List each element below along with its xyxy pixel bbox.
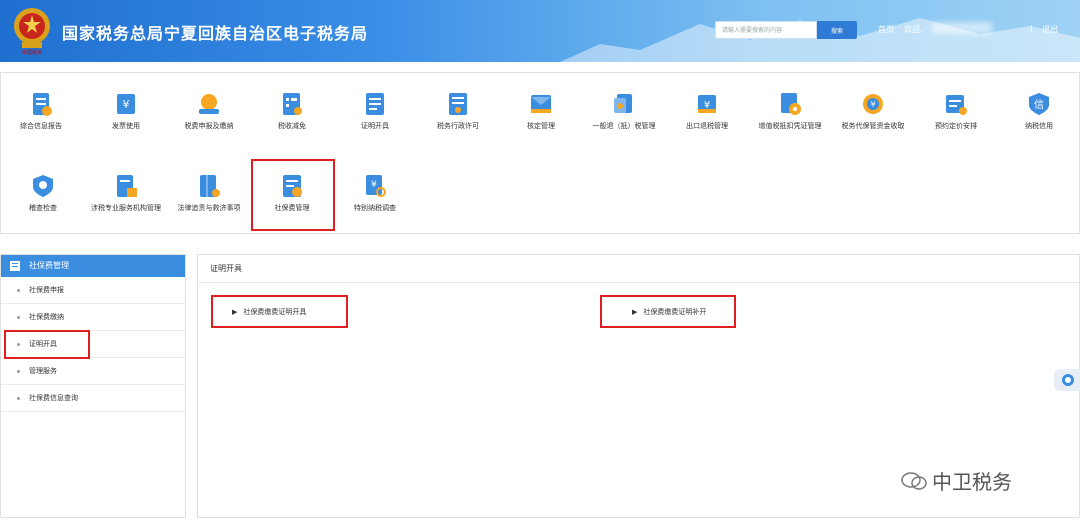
tile-admin-permit[interactable]: 税务行政许可 [418, 91, 498, 131]
pricing-icon [946, 95, 967, 115]
svg-text:¥: ¥ [371, 180, 377, 190]
welcome-text: 欢迎， [904, 25, 928, 34]
tile-label: 发票使用 [112, 122, 140, 130]
sidebar-item-payment[interactable]: 社保费缴纳 [1, 304, 185, 331]
tile-agency[interactable]: 涉税专业服务机构管理 [86, 173, 166, 213]
tile-pricing[interactable]: 预约定价安排 [916, 91, 996, 131]
tile-custody-fund[interactable]: ¥ 税务代保管资金收取 [833, 91, 913, 131]
tile-legal[interactable]: 法律追责与救济事项 [169, 173, 249, 213]
legal-icon [200, 175, 220, 197]
tile-comprehensive-report[interactable]: 综合信息报告 [1, 91, 81, 131]
tile-assessment[interactable]: 核定管理 [501, 91, 581, 131]
special-investigation-icon: ¥ [366, 175, 386, 197]
tile-label: 法律追责与救济事项 [177, 204, 241, 212]
tile-credit[interactable]: 信 纳税信用 [999, 91, 1079, 131]
username-blurred [932, 22, 992, 34]
custody-fund-icon: ¥ [863, 94, 883, 114]
tax-declare-icon [199, 94, 219, 114]
refund-icon [614, 94, 632, 113]
tile-label: 预约定价安排 [935, 122, 977, 130]
highlight-box [251, 159, 335, 231]
content-title: 证明开具 [198, 255, 1079, 283]
tile-label: 涉税专业服务机构管理 [91, 204, 161, 212]
search-button[interactable]: 搜索 [817, 21, 857, 39]
tile-label: 增值税抵扣凭证管理 [758, 122, 822, 130]
tax-relief-icon [283, 93, 302, 115]
tile-label: 特别纳税调查 [354, 204, 396, 212]
wechat-icon [901, 472, 927, 490]
certificate-icon [366, 93, 384, 115]
admin-permit-icon [449, 93, 467, 115]
header-bar: 中国税务 国家税务总局宁夏回族自治区电子税务局 搜索 首页 欢迎， | 退出 [0, 0, 1080, 62]
tile-export-refund[interactable]: ¥ 出口退税管理 [667, 91, 747, 131]
tile-special-investigation[interactable]: ¥ 特别纳税调查 [335, 173, 415, 213]
service-grid: 综合信息报告 ¥ 发票使用 税费申报及缴纳 税收减免 证明开具 税务行政许可 核… [0, 72, 1080, 234]
tile-label: 综合信息报告 [20, 122, 62, 130]
watermark-text: 中卫税务 [932, 470, 1012, 494]
tile-refund[interactable]: 一般退（抵）税管理 [584, 91, 664, 131]
inspection-icon [33, 175, 53, 197]
tile-label: 税收减免 [278, 122, 306, 130]
sidebar: 社保费管理 社保费申报 社保费缴纳 证明开具 管理服务 社保费信息查询 [0, 254, 186, 518]
vat-voucher-icon [781, 93, 801, 115]
tile-label: 税费申报及缴纳 [184, 122, 234, 130]
tile-label: 纳税信用 [1025, 122, 1053, 130]
tile-label: 证明开具 [361, 122, 389, 130]
credit-icon: 信 [1029, 93, 1049, 115]
sidebar-title: 社保费管理 [29, 261, 69, 270]
search-input[interactable] [715, 21, 817, 39]
tile-label: 核定管理 [527, 122, 555, 130]
sidebar-header: 社保费管理 [1, 255, 185, 277]
tile-vat-voucher[interactable]: 增值税抵扣凭证管理 [750, 91, 830, 131]
menu-icon [10, 261, 20, 271]
tile-label: 出口退税管理 [686, 122, 728, 130]
highlight-box [211, 295, 348, 328]
export-refund-icon: ¥ [698, 95, 716, 113]
customer-service-button[interactable] [1054, 369, 1080, 391]
tile-label: 税务行政许可 [437, 122, 479, 130]
assessment-icon [531, 95, 551, 113]
tile-inspection[interactable]: 稽查检查 [3, 173, 83, 213]
site-title: 国家税务总局宁夏回族自治区电子税务局 [62, 24, 369, 43]
tile-label: 一般退（抵）税管理 [592, 122, 656, 130]
tile-tax-declare[interactable]: 税费申报及缴纳 [169, 91, 249, 131]
tile-label: 稽查检查 [29, 204, 57, 212]
logout-link[interactable]: 退出 [1042, 24, 1058, 35]
highlight-box [600, 295, 736, 328]
tile-label: 税务代保管资金收取 [841, 122, 905, 130]
svg-text:信: 信 [1034, 99, 1044, 111]
report-icon [33, 93, 52, 116]
headset-icon [1062, 374, 1074, 386]
svg-text:¥: ¥ [123, 98, 130, 111]
agency-icon [117, 175, 137, 197]
svg-text:¥: ¥ [870, 100, 875, 109]
tile-invoice-use[interactable]: ¥ 发票使用 [86, 91, 166, 131]
tax-emblem-icon [14, 8, 50, 48]
tile-certificate[interactable]: 证明开具 [335, 91, 415, 131]
emblem-caption: 中国税务 [21, 50, 42, 56]
header-separator: | [1030, 24, 1033, 33]
sidebar-item-declare[interactable]: 社保费申报 [1, 277, 185, 304]
highlight-box [4, 330, 90, 359]
home-link[interactable]: 首页 [878, 24, 894, 35]
invoice-icon: ¥ [117, 94, 135, 114]
sidebar-item-management[interactable]: 管理服务 [1, 358, 185, 385]
tile-tax-relief[interactable]: 税收减免 [252, 91, 332, 131]
sidebar-item-query[interactable]: 社保费信息查询 [1, 385, 185, 412]
